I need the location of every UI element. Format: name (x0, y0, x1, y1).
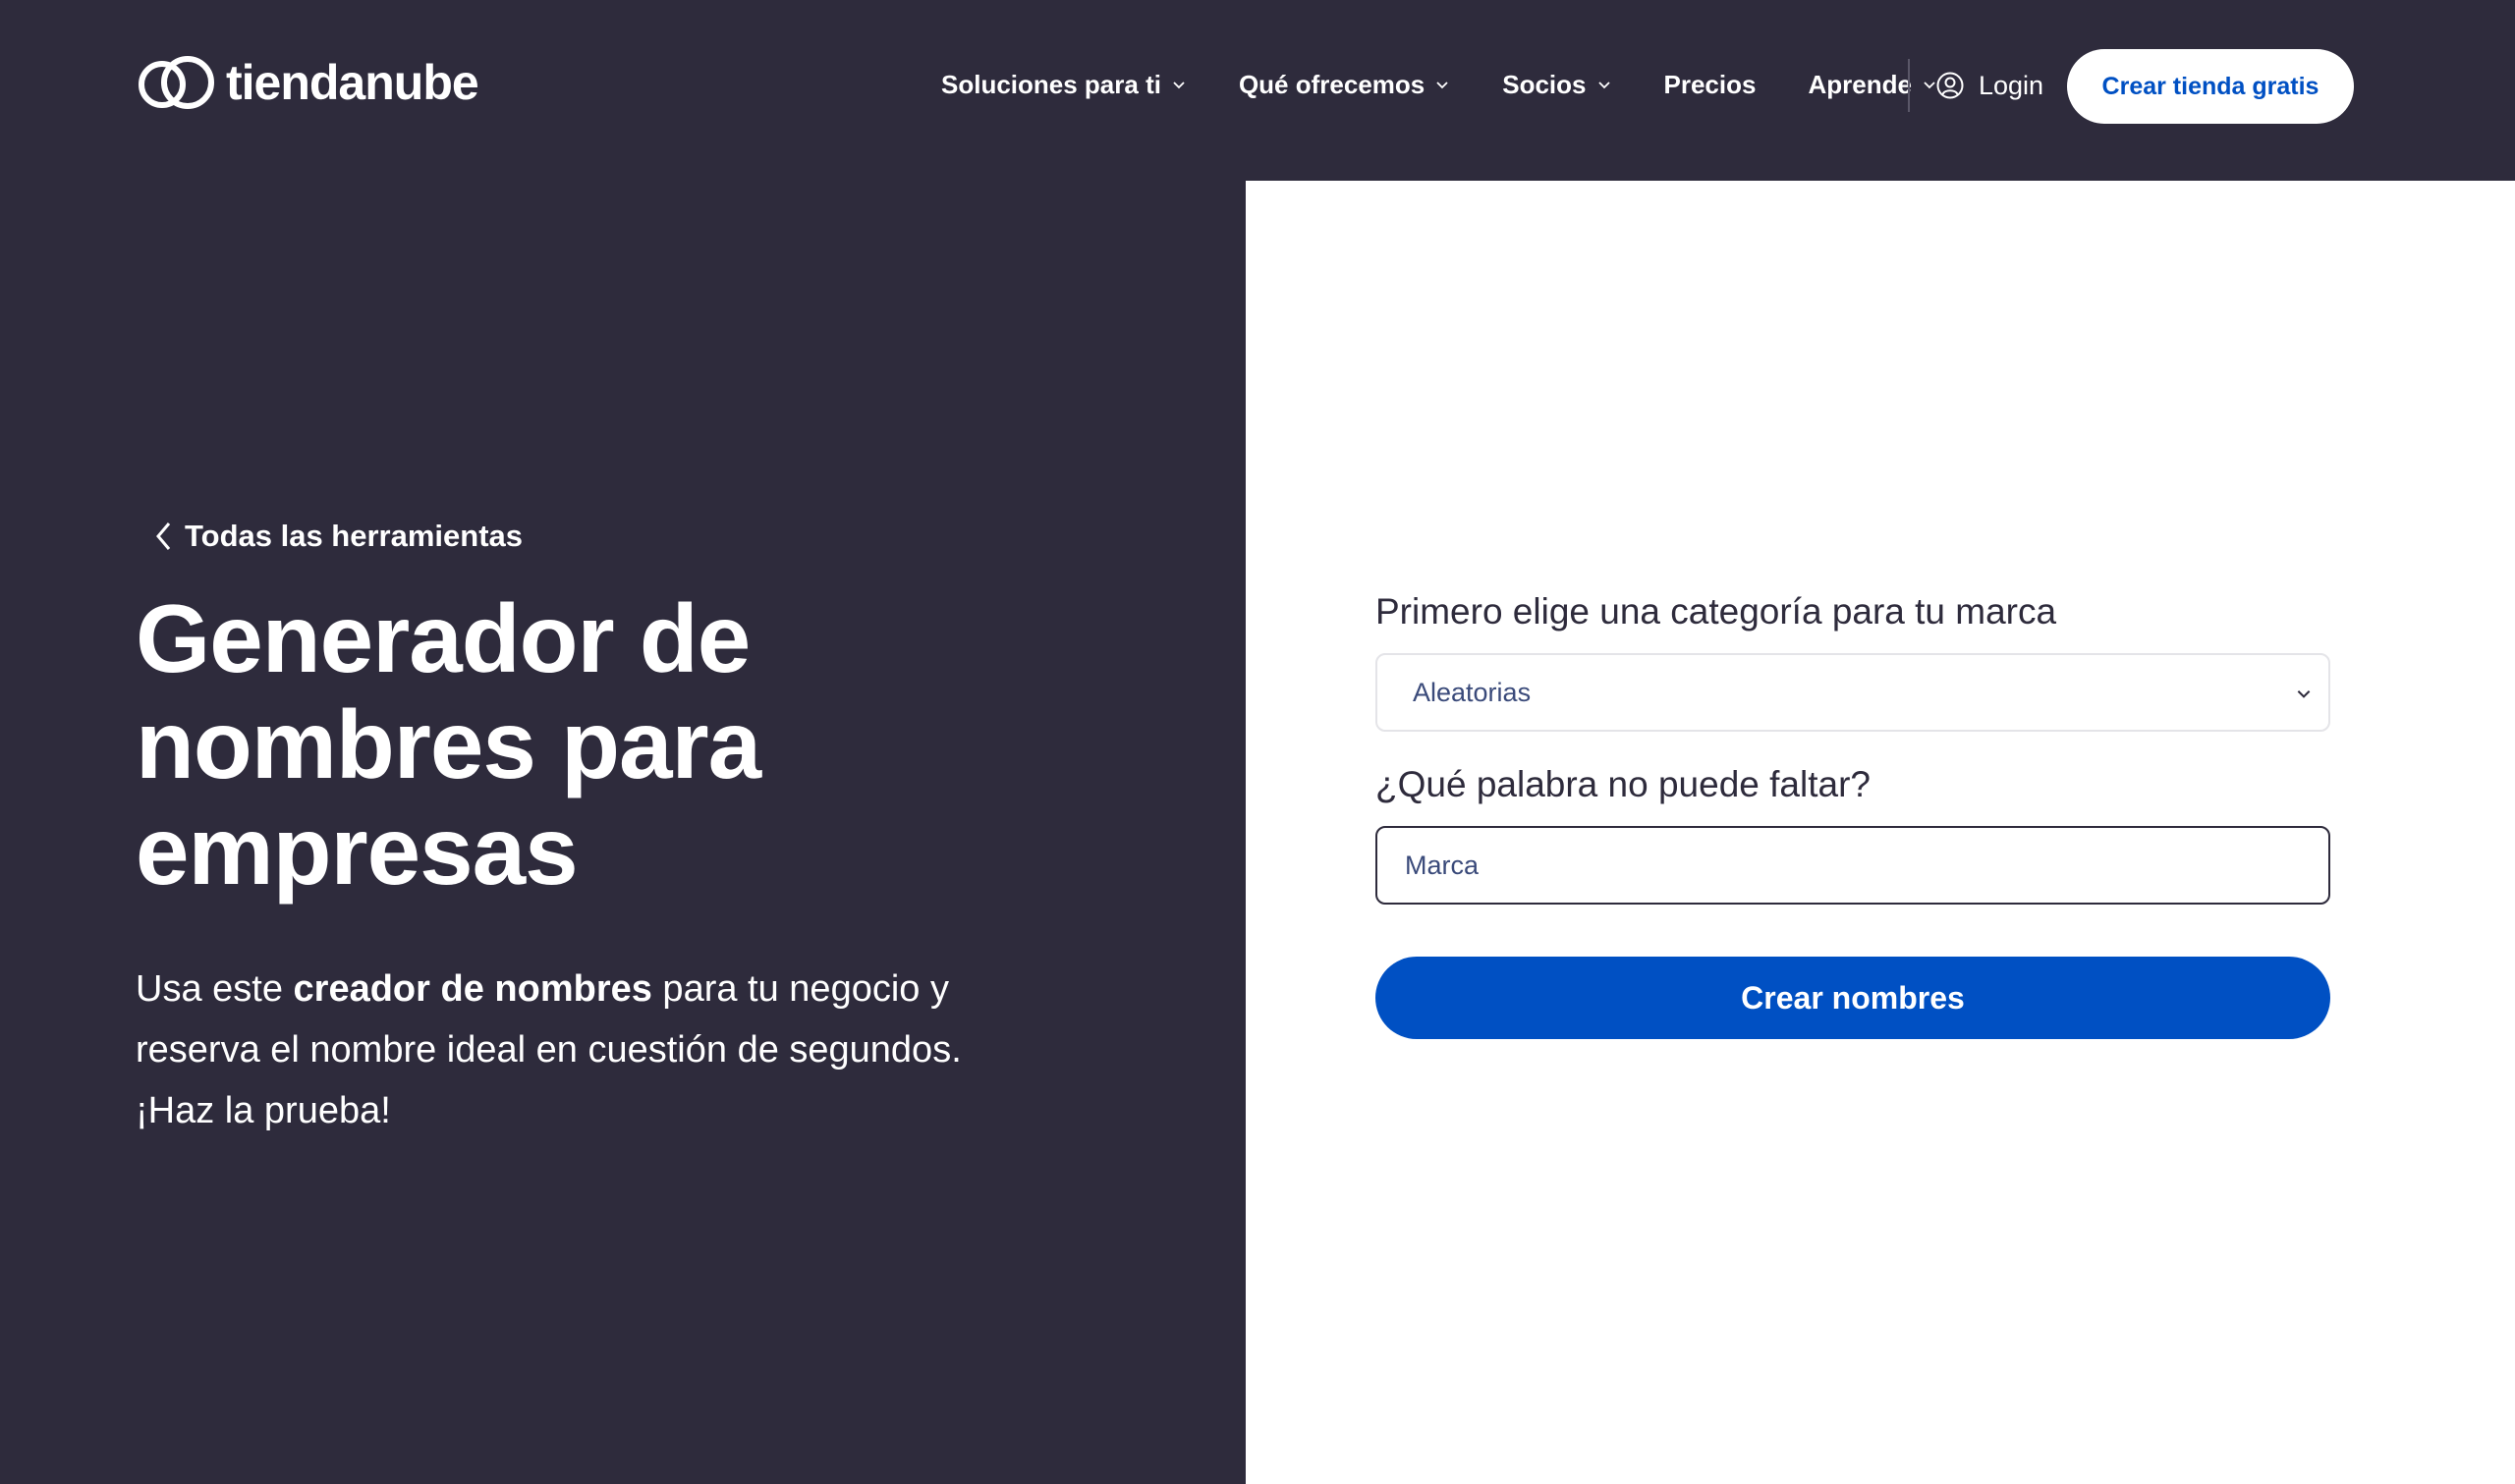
category-select[interactable]: Aleatorias (1375, 653, 2330, 732)
page-title: Generador de nombres para empresas (136, 584, 761, 905)
keyword-label: ¿Qué palabra no puede faltar? (1375, 764, 1871, 804)
nav-item-label: Qué ofrecemos (1238, 69, 1425, 99)
user-circle-icon (1936, 72, 1964, 99)
nav-item-label: Socios (1502, 69, 1587, 99)
nav-item-que-ofrecemos[interactable]: Qué ofrecemos (1239, 70, 1450, 100)
keyword-input[interactable] (1375, 826, 2330, 905)
nav-item-soluciones[interactable]: Soluciones para ti (941, 70, 1187, 100)
create-store-button[interactable]: Crear tienda gratis (2067, 49, 2354, 124)
generator-panel: Primero elige una categoría para tu marc… (1246, 181, 2515, 1484)
category-label: Primero elige una categoría para tu marc… (1375, 591, 2057, 632)
login-label: Login (1979, 70, 2044, 100)
login-link[interactable]: Login (1935, 61, 2043, 110)
chevron-down-icon (1436, 82, 1448, 89)
brand-name: tiendanube (226, 55, 479, 110)
nav-item-socios[interactable]: Socios (1502, 70, 1611, 100)
nav-item-precios[interactable]: Precios (1664, 70, 1757, 100)
chevron-down-icon (2297, 690, 2311, 698)
back-to-tools-link[interactable]: Todas las herramientas (153, 511, 523, 562)
chevron-left-icon (156, 522, 171, 550)
hero-desc-text: Usa este (136, 968, 294, 1010)
nav-item-label: Aprende (1808, 69, 1912, 99)
main-nav: Soluciones para ti Qué ofrecemos Socios … (941, 55, 1989, 114)
hero-desc-bold: creador de nombres (293, 968, 652, 1010)
nav-item-aprende[interactable]: Aprende (1808, 70, 1936, 100)
chevron-down-icon (1173, 82, 1185, 89)
brand-logo[interactable]: tiendanube (136, 51, 479, 114)
hero-description: Usa este creador de nombres para tu nego… (136, 959, 1020, 1141)
chevron-down-icon (1597, 82, 1610, 89)
site-header: tiendanube Soluciones para ti Qué ofrece… (0, 0, 2515, 181)
page: tiendanube Soluciones para ti Qué ofrece… (0, 0, 2515, 1484)
nav-item-label: Precios (1663, 69, 1757, 99)
back-link-label: Todas las herramientas (185, 519, 524, 553)
category-selected-value: Aleatorias (1413, 677, 1532, 707)
nav-divider (1908, 59, 1910, 112)
create-names-button[interactable]: Crear nombres (1375, 957, 2330, 1039)
nav-item-label: Soluciones para ti (941, 69, 1161, 99)
cloud-logo-icon (139, 56, 214, 109)
